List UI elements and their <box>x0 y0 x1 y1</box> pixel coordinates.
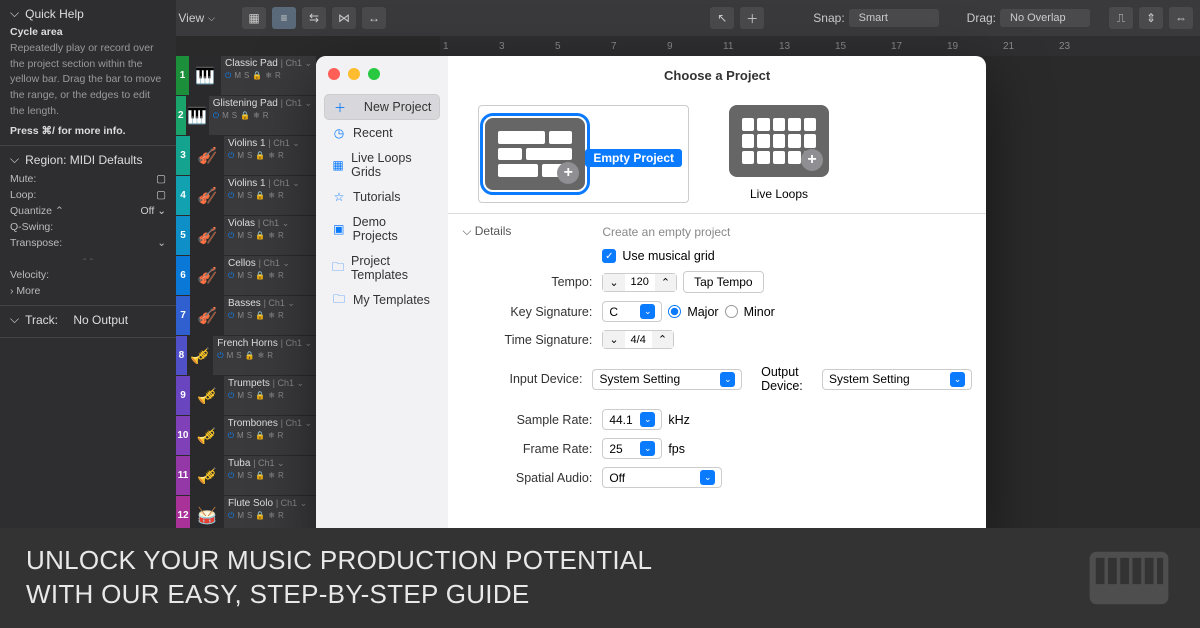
sidebar-item[interactable]: ◷Recent <box>324 121 440 145</box>
key-dropdown[interactable]: C⌄ <box>602 301 662 322</box>
track-row[interactable]: 9🎺Trumpets | Ch1 ⌄⏻MS🔒❄R <box>176 376 316 416</box>
major-radio[interactable] <box>668 305 681 318</box>
promo-line-1: Unlock your music production potential <box>26 544 652 578</box>
track-row[interactable]: 10🎺Trombones | Ch1 ⌄⏻MS🔒❄R <box>176 416 316 456</box>
output-device-dropdown[interactable]: System Setting⌄ <box>822 369 972 390</box>
quick-help-header[interactable]: ⌵Quick Help <box>10 6 166 21</box>
details-disclosure[interactable]: ⌵ Details <box>462 224 602 239</box>
sidebar-item[interactable]: ＋New Project <box>324 94 440 120</box>
track-header[interactable]: ⌵Track: No Output <box>10 312 166 327</box>
menu-view[interactable]: View⌵ <box>170 7 223 29</box>
mute-toggle[interactable]: ▢ <box>156 173 166 185</box>
zoom-icon[interactable] <box>368 68 380 80</box>
pointer-tool-button[interactable]: ↖ <box>710 7 734 29</box>
drag-dropdown[interactable]: No Overlap <box>1000 9 1090 27</box>
tap-tempo-button[interactable]: Tap Tempo <box>683 271 763 293</box>
flex-button[interactable]: ⇆ <box>302 7 326 29</box>
modal-title: Choose a Project <box>448 56 986 95</box>
track-row[interactable]: 8🎺French Horns | Ch1 ⌄⏻MS🔒❄R <box>176 336 316 376</box>
details-hint: Create an empty project <box>602 225 730 239</box>
sample-rate-dropdown[interactable]: 44.1⌄ <box>602 409 662 430</box>
quick-help-heading: Cycle area <box>10 25 166 41</box>
waveform-zoom-button[interactable]: ⎍ <box>1109 7 1133 29</box>
empty-project-card[interactable]: + Empty Project <box>478 105 689 203</box>
track-row[interactable]: 1🎹Classic Pad | Ch1 ⌄⏻MS🔒❄R <box>176 56 316 96</box>
grid-view-button[interactable]: ▦ <box>242 7 266 29</box>
frame-rate-dropdown[interactable]: 25⌄ <box>602 438 662 459</box>
track-row[interactable]: 3🎻Violins 1 | Ch1 ⌄⏻MS🔒❄R <box>176 136 316 176</box>
musical-grid-checkbox[interactable]: ✓ <box>602 249 616 263</box>
track-row[interactable]: 7🎻Basses | Ch1 ⌄⏻MS🔒❄R <box>176 296 316 336</box>
region-header[interactable]: ⌵Region: MIDI Defaults <box>10 152 166 167</box>
quick-help-more: Press ⌘/ for more info. <box>10 124 166 140</box>
minimize-icon[interactable] <box>348 68 360 80</box>
project-chooser-sidebar: ＋New Project◷Recent▦Live Loops Grids☆Tut… <box>316 56 448 546</box>
plus-icon: + <box>557 162 579 184</box>
quantize-dropdown[interactable]: Off ⌄ <box>140 205 166 217</box>
track-row[interactable]: 6🎻Cellos | Ch1 ⌄⏻MS🔒❄R <box>176 256 316 296</box>
project-chooser-modal: ＋New Project◷Recent▦Live Loops Grids☆Tut… <box>316 56 986 546</box>
sidebar-item[interactable]: ▦Live Loops Grids <box>324 146 440 184</box>
track-row[interactable]: 5🎻Violas | Ch1 ⌄⏻MS🔒❄R <box>176 216 316 256</box>
timeline-ruler[interactable]: 1357911131517192123 <box>440 36 1200 56</box>
track-row[interactable]: 4🎻Violins 1 | Ch1 ⌄⏻MS🔒❄R <box>176 176 316 216</box>
input-device-dropdown[interactable]: System Setting⌄ <box>592 369 742 390</box>
snap-dropdown[interactable]: Smart <box>849 9 939 27</box>
sidebar-item[interactable]: ☆Tutorials <box>324 185 440 209</box>
pan-button[interactable]: ↔ <box>362 7 386 29</box>
sidebar-item[interactable]: ▣Demo Projects <box>324 210 440 248</box>
live-loops-card[interactable]: + Live Loops <box>729 105 829 203</box>
sidebar-item[interactable]: 🗀Project Templates <box>324 249 440 287</box>
track-row[interactable]: 2🎹Glistening Pad | Ch1 ⌄⏻MS🔒❄R <box>176 96 316 136</box>
sidebar-item[interactable]: 🗀My Templates <box>324 288 440 312</box>
more-disclosure[interactable]: › More <box>10 283 166 299</box>
window-traffic-lights[interactable] <box>328 68 380 80</box>
snap-label: Snap: <box>813 11 844 25</box>
promo-line-2: with our easy, step-by-step guide <box>26 578 652 612</box>
plus-icon: + <box>801 149 823 171</box>
promo-banner: Unlock your music production potential w… <box>0 528 1200 628</box>
piano-icon <box>1084 543 1174 613</box>
horizontal-zoom-button[interactable]: ⇔ <box>1169 7 1193 29</box>
drag-label: Drag: <box>967 11 996 25</box>
time-signature-stepper[interactable]: ⌄4/4⌃ <box>602 330 674 349</box>
vertical-zoom-button[interactable]: ⇕ <box>1139 7 1163 29</box>
tempo-stepper[interactable]: ⌄120⌃ <box>602 273 677 292</box>
marquee-tool-button[interactable]: ＋ <box>740 7 764 29</box>
close-icon[interactable] <box>328 68 340 80</box>
transpose-stepper[interactable]: ⌄ <box>157 237 166 249</box>
loop-toggle[interactable]: ▢ <box>156 189 166 201</box>
spatial-audio-dropdown[interactable]: Off⌄ <box>602 467 722 488</box>
minor-radio[interactable] <box>725 305 738 318</box>
list-view-button[interactable]: ≡ <box>272 7 296 29</box>
automation-button[interactable]: ⋈ <box>332 7 356 29</box>
quick-help-body: Repeatedly play or record over the proje… <box>10 41 166 120</box>
track-row[interactable]: 11🎺Tuba | Ch1 ⌄⏻MS🔒❄R <box>176 456 316 496</box>
top-toolbar: ◧ Edit⌵ Functions⌵ View⌵ ▦ ≡ ⇆ ⋈ ↔ ↖ ＋ S… <box>0 0 1200 36</box>
